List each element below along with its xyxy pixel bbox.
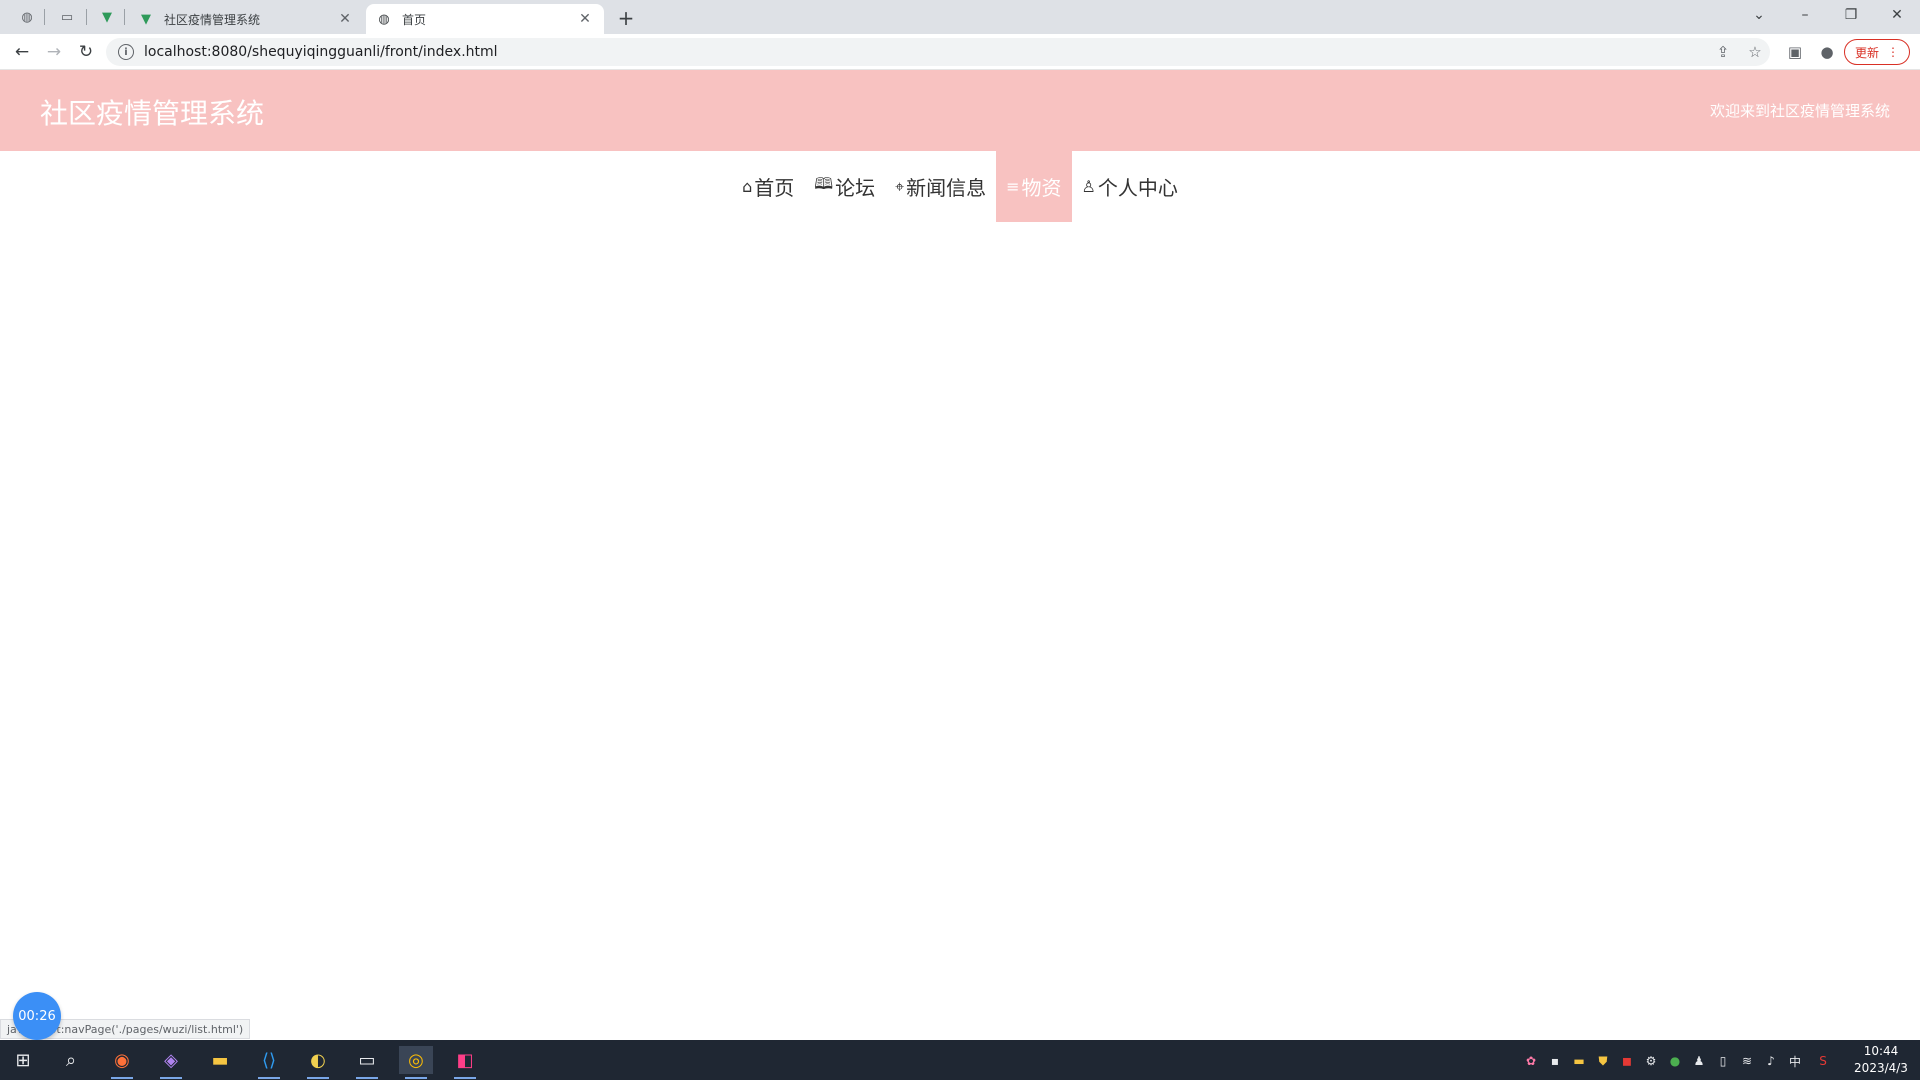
volume-icon[interactable]: ♪: [1762, 1052, 1780, 1070]
tab-title: 社区疫情管理系统: [164, 12, 261, 27]
tab-home[interactable]: ◍ 首页 ✕: [366, 4, 604, 34]
close-icon[interactable]: ✕: [576, 10, 594, 28]
home-icon: ⌂: [742, 177, 753, 196]
tab-community-system[interactable]: ▼ 社区疫情管理系统 ✕: [128, 4, 364, 34]
tray-qq-icon[interactable]: ♟: [1690, 1052, 1708, 1070]
nav-label: 论坛: [835, 176, 876, 200]
minimize-icon[interactable]: –: [1790, 4, 1820, 26]
site-header: 社区疫情管理系统 欢迎来到社区疫情管理系统: [0, 70, 1920, 151]
info-icon[interactable]: i: [118, 44, 134, 60]
welcome-text: 欢迎来到社区疫情管理系统: [1709, 102, 1890, 120]
browser-toolbar: ← → ↻ i localhost:8080/shequyiqingguanli…: [0, 34, 1920, 70]
tab-divider: [44, 9, 45, 25]
firefox-icon[interactable]: ◉: [105, 1046, 139, 1079]
nav-item-profile[interactable]: ♙ 个人中心: [1072, 151, 1188, 222]
nav-item-home[interactable]: ⌂ 首页: [732, 151, 804, 222]
browser-tab-strip: ◍ ▭ ▼ ▼ 社区疫情管理系统 ✕ ◍ 首页 ✕ + ⌄ – ❐ ✕: [0, 0, 1920, 34]
site-title: 社区疫情管理系统: [40, 97, 265, 130]
nav-label: 物资: [1021, 176, 1062, 200]
restore-icon[interactable]: ❐: [1836, 4, 1866, 26]
tray-sogou-icon[interactable]: S: [1814, 1052, 1832, 1070]
wifi-icon[interactable]: ≋: [1738, 1052, 1756, 1070]
menu-dots-icon: ⋮: [1887, 45, 1899, 59]
file-explorer-icon[interactable]: ▬: [203, 1046, 237, 1074]
chrome-icon[interactable]: ◎: [399, 1046, 433, 1079]
game-app-icon[interactable]: ◈: [154, 1046, 188, 1079]
tray-folder-icon[interactable]: ▬: [1570, 1052, 1588, 1070]
tray-usb-icon[interactable]: ▯: [1714, 1052, 1732, 1070]
system-clock[interactable]: 10:44 2023/4/3: [1848, 1043, 1914, 1077]
navicat-icon[interactable]: ◐: [301, 1046, 335, 1079]
nav-item-forum[interactable]: 🕮 论坛: [804, 151, 885, 222]
vscode-icon[interactable]: ⟨⟩: [252, 1046, 286, 1079]
tab-divider: [124, 9, 125, 25]
address-bar[interactable]: i localhost:8080/shequyiqingguanli/front…: [106, 38, 1770, 66]
share-icon[interactable]: ⇪: [1711, 40, 1735, 64]
blank-page-icon[interactable]: ▭: [56, 6, 78, 28]
nav-label: 新闻信息: [906, 176, 987, 200]
bookmark-star-icon[interactable]: ☆: [1743, 40, 1767, 64]
url-text[interactable]: localhost:8080/shequyiqingguanli/front/i…: [144, 44, 498, 60]
tray-wechat-icon[interactable]: ●: [1666, 1052, 1684, 1070]
recording-timer[interactable]: 00:26: [13, 992, 61, 1040]
nav-item-news[interactable]: ⌖ 新闻信息: [885, 151, 996, 222]
intellij-icon[interactable]: ◧: [448, 1046, 482, 1079]
profile-icon[interactable]: ●: [1815, 40, 1839, 64]
terminal-icon[interactable]: ▭: [350, 1046, 384, 1079]
tray-intellij-icon[interactable]: ▪: [1546, 1052, 1564, 1070]
vue-icon: ▼: [141, 11, 151, 27]
forward-icon[interactable]: →: [42, 40, 66, 64]
ime-indicator[interactable]: 中: [1786, 1052, 1804, 1070]
close-icon[interactable]: ✕: [336, 10, 354, 28]
update-label: 更新: [1854, 45, 1879, 60]
tray-app-icon[interactable]: ◼: [1618, 1052, 1636, 1070]
tab-divider: [86, 9, 87, 25]
window-close-icon[interactable]: ✕: [1882, 4, 1912, 26]
search-icon[interactable]: ⌕: [54, 1046, 88, 1074]
tray-settings-icon[interactable]: ⚙: [1642, 1052, 1660, 1070]
tag-icon: ⌖: [895, 176, 905, 196]
book-icon: 🕮: [814, 174, 834, 193]
new-tab-button[interactable]: +: [614, 6, 638, 30]
vue-icon[interactable]: ▼: [96, 6, 118, 28]
clock-time: 10:44: [1863, 1044, 1899, 1058]
user-icon: ♙: [1081, 177, 1096, 196]
taskbar: ⊞ ⌕ ◉ ◈ ▬ ⟨⟩ ◐ ▭ ◎ ◧ ✿ ▪ ▬ ⛊ ◼ ⚙ ● ♟ ▯ ≋…: [0, 1040, 1920, 1080]
globe-icon: ◍: [378, 11, 390, 27]
tray-flower-icon[interactable]: ✿: [1522, 1052, 1540, 1070]
update-button[interactable]: 更新 ⋮: [1844, 39, 1910, 65]
globe-icon[interactable]: ◍: [16, 6, 38, 28]
nav-label: 个人中心: [1097, 176, 1178, 200]
main-nav: ⌂ 首页 🕮 论坛 ⌖ 新闻信息 ≡ 物资 ♙ 个人中心: [0, 151, 1920, 223]
nav-label: 首页: [754, 176, 795, 200]
side-panel-icon[interactable]: ▣: [1783, 40, 1807, 64]
clock-date: 2023/4/3: [1854, 1061, 1908, 1075]
tab-title: 首页: [402, 12, 427, 27]
list-icon: ≡: [1006, 177, 1020, 196]
tray-shield-icon[interactable]: ⛊: [1594, 1052, 1612, 1070]
tab-search-icon[interactable]: ⌄: [1744, 4, 1774, 26]
windows-start-icon[interactable]: ⊞: [6, 1046, 40, 1074]
reload-icon[interactable]: ↻: [74, 40, 98, 64]
back-icon[interactable]: ←: [10, 40, 34, 64]
nav-item-supplies[interactable]: ≡ 物资: [996, 151, 1072, 222]
